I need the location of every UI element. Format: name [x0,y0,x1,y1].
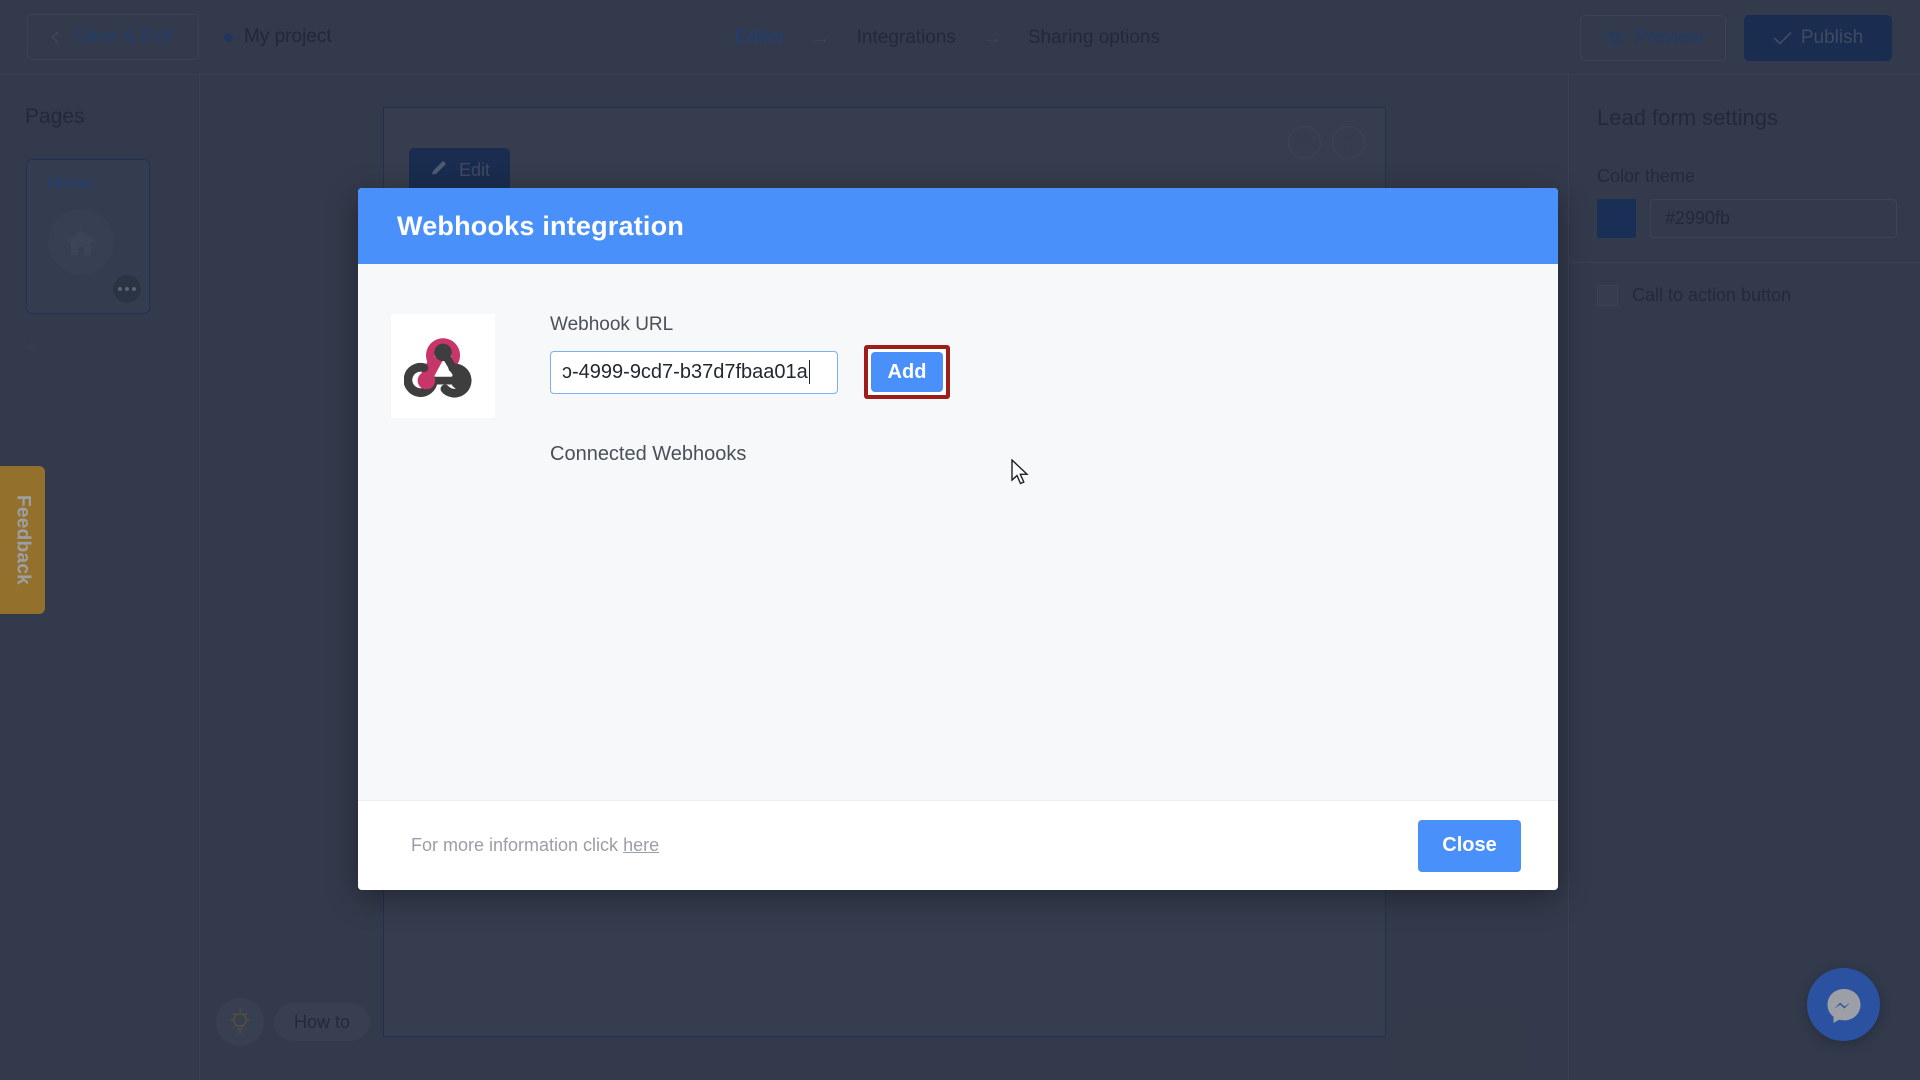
modal-footer: For more information click here Close [358,800,1558,890]
modal-title: Webhooks integration [397,210,685,241]
modal-body: Webhook URL ɔ-4999-9cd7-b37d7fbaa01a Add… [358,264,1558,800]
footer-note: For more information click here [411,835,659,856]
text-caret [808,360,811,384]
add-button[interactable]: Add [871,352,943,392]
webhook-url-label: Webhook URL [550,314,674,335]
connected-webhooks-label: Connected Webhooks [550,443,747,465]
webhook-form: Webhook URL ɔ-4999-9cd7-b37d7fbaa01a Add… [550,314,950,466]
more-information-link[interactable]: here [623,835,659,855]
modal-header: Webhooks integration [358,188,1558,264]
close-button[interactable]: Close [1418,819,1521,872]
webhook-url-input[interactable]: ɔ-4999-9cd7-b37d7fbaa01a [550,350,838,394]
footer-note-text: For more information click [411,835,624,855]
add-button-highlight: Add [864,345,950,399]
mouse-cursor [1011,458,1033,489]
webhooks-integration-modal: Webhooks integration Webhook URL ɔ-4999-… [358,188,1558,890]
webhook-url-row: ɔ-4999-9cd7-b37d7fbaa01a Add [550,345,950,399]
integration-row: Webhook URL ɔ-4999-9cd7-b37d7fbaa01a Add… [358,264,1558,466]
app-root: Save & Exit My project Editor → Integrat… [0,0,1920,1080]
webhook-url-value: ɔ-4999-9cd7-b37d7fbaa01a [562,360,808,383]
webhooks-logo [391,314,495,418]
